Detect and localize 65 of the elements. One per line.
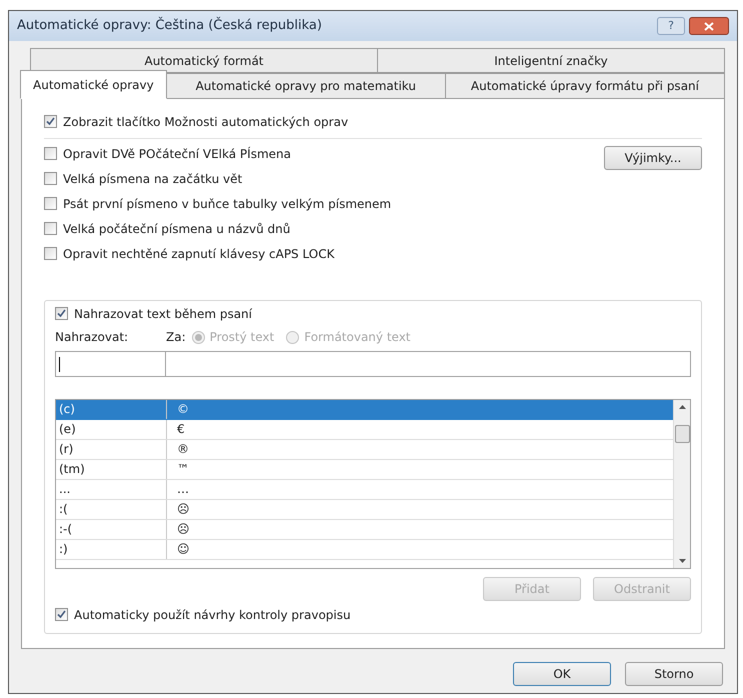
checkbox[interactable]: [44, 197, 57, 210]
list-row[interactable]: ... …: [56, 480, 673, 500]
radio-label: Prostý text: [210, 329, 274, 346]
tab[interactable]: Automatický formát: [30, 48, 378, 73]
table-cell-text: ™: [176, 461, 190, 478]
ok-button[interactable]: OK: [513, 662, 611, 686]
checkbox-label: Psát první písmeno v buňce tabulky velkým písmenem: [63, 196, 392, 212]
list-row[interactable]: (e) €: [56, 420, 673, 440]
checkbox-label: Opravit DVě POčáteční VElká PÍsmena: [63, 146, 291, 162]
checkbox[interactable]: [44, 172, 57, 185]
checkbox[interactable]: [44, 222, 57, 235]
with-field[interactable]: [166, 351, 691, 377]
list-row[interactable]: (r) ®: [56, 440, 673, 460]
table-cell: :-(: [56, 520, 167, 539]
list-row[interactable]: :-( ☹: [56, 520, 673, 540]
table-cell-text: ©: [176, 401, 190, 418]
list-row[interactable]: :( ☹: [56, 500, 673, 520]
table-cell-text: ☹: [176, 501, 191, 518]
with-label: Za:: [166, 329, 186, 346]
table-cell-text: ®: [176, 441, 190, 458]
tab[interactable]: Automatické opravy pro matematiku: [166, 73, 446, 99]
checkbox-label: Velká písmena na začátku vět: [63, 170, 242, 188]
checkbox[interactable]: [44, 247, 57, 260]
exceptions-button[interactable]: Výjimky...: [604, 146, 702, 170]
table-cell: (r): [56, 440, 167, 459]
window-title: Automatické opravy: Čeština (Česká republika): [17, 16, 323, 36]
checkbox-label: Velká počáteční písmena u názvů dnů: [63, 220, 290, 238]
scrollbar[interactable]: [673, 400, 690, 568]
table-cell: :(: [56, 500, 167, 519]
check-icon: [57, 309, 66, 318]
scroll-down-icon[interactable]: [678, 559, 686, 563]
checkbox-label: Opravit nechtěné zapnutí klávesy cAPS LOCK: [63, 246, 334, 262]
table-cell-text: ☹: [176, 521, 191, 538]
tab[interactable]: Automatické úpravy formátu při psaní: [444, 73, 725, 99]
checkbox[interactable]: [55, 307, 68, 320]
table-cell: :): [56, 540, 167, 559]
replace-label: Nahrazovat:: [55, 329, 130, 346]
checkbox[interactable]: [44, 115, 57, 128]
tab[interactable]: Automatické opravy: [20, 70, 167, 99]
scroll-up-icon[interactable]: [678, 405, 686, 409]
table-cell: (e): [56, 420, 167, 439]
radio-label: Formátovaný text: [304, 329, 411, 346]
checkbox-label: Nahrazovat text během psaní: [74, 306, 252, 322]
close-icon: [704, 22, 714, 30]
checkbox[interactable]: [55, 608, 68, 621]
checkbox[interactable]: [44, 147, 57, 160]
checkbox-label: Automaticky použít návrhy kontroly pravopisu: [74, 606, 351, 624]
table-cell: (c): [56, 400, 167, 419]
table-cell-text: €: [176, 421, 186, 438]
scroll-thumb[interactable]: [674, 425, 690, 443]
checkbox-label: Zobrazit tlačítko Možnosti automatických oprav: [63, 114, 348, 130]
list-row[interactable]: :) ☺: [56, 540, 673, 560]
replace-field[interactable]: [55, 351, 166, 377]
table-cell-text: …: [176, 481, 190, 498]
check-icon: [57, 610, 66, 619]
table-cell: (tm): [56, 460, 167, 479]
tab[interactable]: Inteligentní značky: [377, 48, 725, 73]
list-row[interactable]: (c) ©: [56, 400, 673, 420]
cancel-button[interactable]: Storno: [625, 662, 723, 686]
check-icon: [46, 117, 55, 126]
table-cell-text: ☺: [176, 541, 191, 558]
close-button[interactable]: [689, 17, 729, 35]
help-button[interactable]: ?: [657, 17, 685, 35]
list-row[interactable]: (tm) ™: [56, 460, 673, 480]
table-cell: ...: [56, 480, 167, 499]
